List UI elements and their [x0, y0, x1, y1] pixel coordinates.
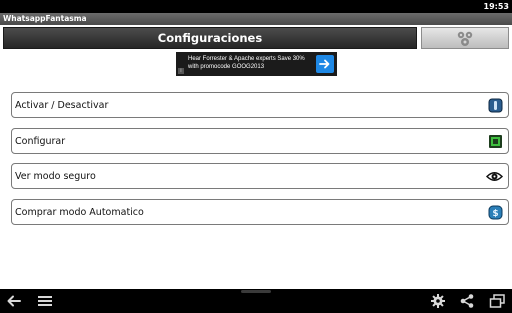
- menu-icon[interactable]: [38, 293, 52, 309]
- recent-apps-icon[interactable]: [489, 293, 506, 309]
- menu-item-label: Configurar: [15, 136, 66, 147]
- gears-icon: [457, 31, 473, 46]
- menu-item-configurar[interactable]: Configurar: [11, 128, 509, 154]
- menu-item-comprar-modo-automatico[interactable]: Comprar modo Automatico $: [11, 199, 509, 225]
- eye-icon: [486, 172, 503, 181]
- power-toggle-icon: [488, 98, 503, 113]
- ad-text: Hear Forrester & Apache experts Save 30%…: [188, 56, 305, 70]
- app-title: WhatsappFantasma: [3, 14, 87, 23]
- nav-handle: [241, 290, 271, 293]
- navigation-bar: [0, 289, 512, 313]
- app-title-bar: WhatsappFantasma: [0, 13, 512, 25]
- green-chip-icon: [489, 135, 502, 148]
- ad-banner[interactable]: Hear Forrester & Apache experts Save 30%…: [176, 52, 337, 76]
- status-bar: 19:53: [0, 0, 512, 13]
- menu-item-label: Ver modo seguro: [15, 171, 96, 182]
- gears-button[interactable]: [421, 27, 509, 49]
- header-title-bar: Configuraciones: [3, 27, 417, 49]
- back-icon[interactable]: [6, 293, 22, 309]
- settings-icon[interactable]: [430, 293, 446, 309]
- page-title: Configuraciones: [157, 31, 263, 45]
- arrow-right-icon: [319, 59, 330, 69]
- menu-item-activar[interactable]: Activar / Desactivar: [11, 92, 509, 118]
- ad-arrow-button[interactable]: [316, 55, 334, 73]
- ad-info-icon[interactable]: i: [178, 68, 184, 74]
- svg-text:$: $: [492, 209, 498, 219]
- header: Configuraciones: [0, 25, 512, 52]
- menu-item-label: Activar / Desactivar: [15, 100, 109, 111]
- dollar-coin-icon: $: [488, 205, 503, 220]
- status-time: 19:53: [483, 2, 509, 11]
- share-icon[interactable]: [459, 293, 475, 309]
- menu-item-label: Comprar modo Automatico: [15, 207, 144, 218]
- menu-item-ver-modo-seguro[interactable]: Ver modo seguro: [11, 163, 509, 189]
